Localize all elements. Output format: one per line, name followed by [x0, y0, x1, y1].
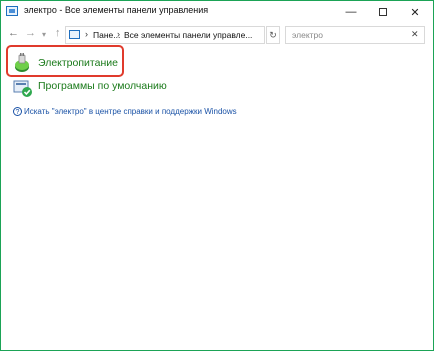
recent-locations-button[interactable]: ▾: [42, 30, 46, 39]
help-icon: ?: [13, 107, 22, 117]
power-options-icon[interactable]: [11, 52, 33, 74]
close-button[interactable]: ✕: [400, 1, 430, 23]
window-title: электро - Все элементы панели управления: [24, 5, 209, 15]
search-box[interactable]: электро ✕: [285, 26, 425, 44]
refresh-button[interactable]: ↻: [266, 26, 280, 44]
results-pane: Электропитание Программы по умолчанию ? И…: [1, 45, 433, 350]
address-bar[interactable]: › Пане... › Все элементы панели управле.…: [65, 26, 265, 44]
maximize-button[interactable]: [368, 1, 398, 23]
control-panel-window: электро - Все элементы панели управления…: [0, 0, 434, 351]
default-programs-link[interactable]: Программы по умолчанию: [38, 80, 167, 92]
default-programs-icon[interactable]: [13, 80, 33, 98]
clear-search-icon[interactable]: ✕: [411, 29, 419, 40]
up-button[interactable]: ↑: [55, 27, 61, 39]
control-panel-icon: [6, 6, 18, 16]
control-panel-icon: [69, 30, 80, 39]
help-search-link[interactable]: ? Искать "электро" в центре справки и под…: [13, 107, 237, 117]
back-button[interactable]: ←: [8, 27, 19, 39]
breadcrumb-chevron-icon[interactable]: ›: [117, 29, 120, 39]
help-search-text[interactable]: Искать "электро" в центре справки и подд…: [24, 107, 237, 116]
search-input[interactable]: электро: [292, 30, 323, 40]
forward-button[interactable]: →: [25, 27, 36, 39]
maximize-icon: [379, 8, 387, 16]
power-options-link[interactable]: Электропитание: [38, 57, 118, 69]
minimize-button[interactable]: —: [336, 1, 366, 23]
title-bar: электро - Все элементы панели управления…: [1, 1, 433, 23]
address-bar-row: ← → ▾ ↑ › Пане... › Все элементы панели …: [1, 23, 433, 47]
breadcrumb-chevron-icon[interactable]: ›: [85, 29, 88, 39]
breadcrumb-all-items[interactable]: Все элементы панели управле...: [124, 30, 252, 40]
